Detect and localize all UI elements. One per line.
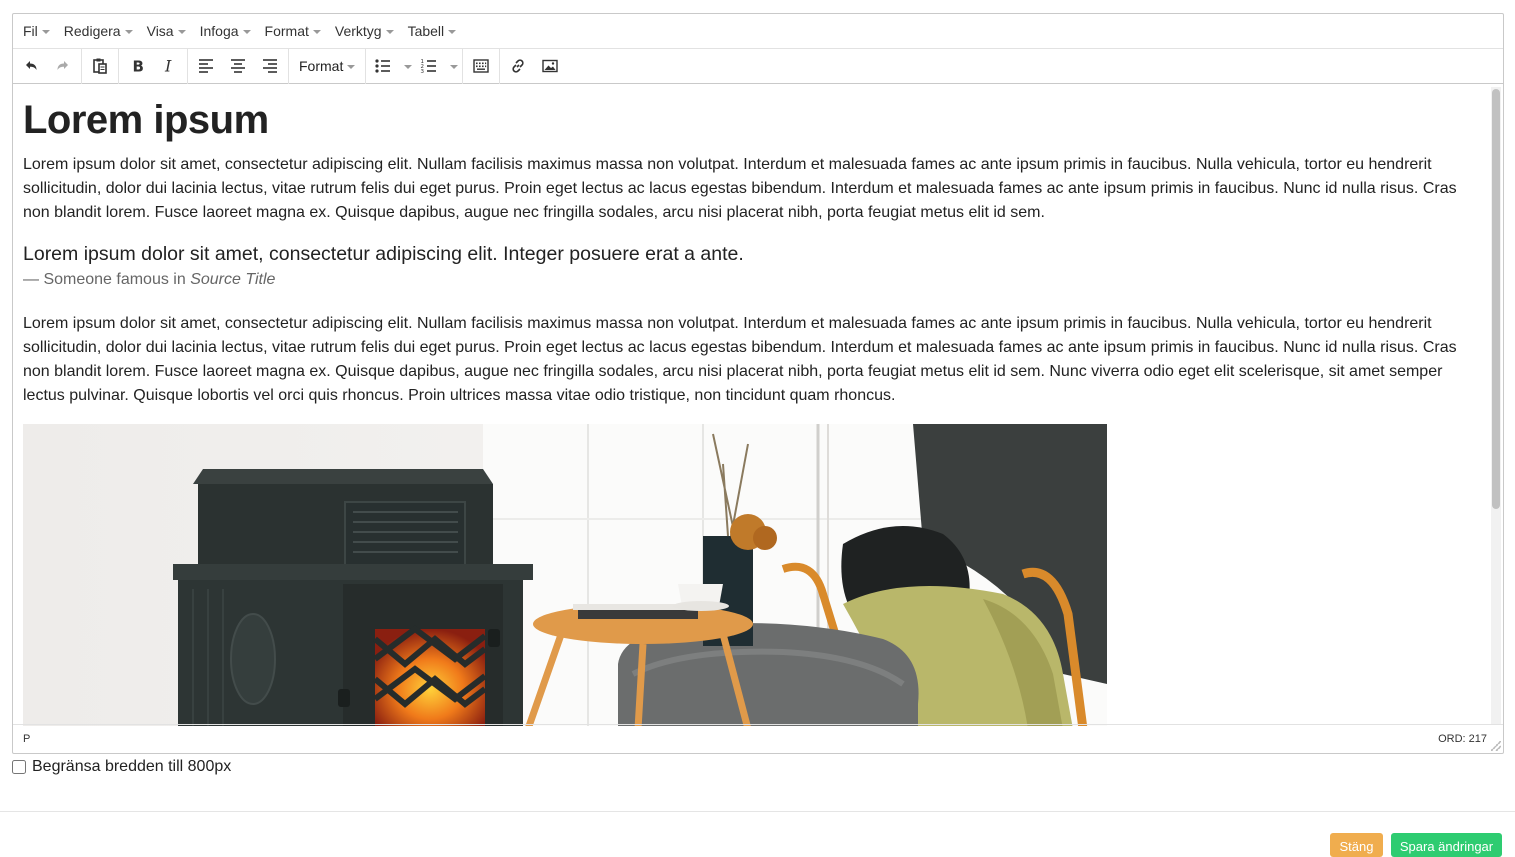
format-dropdown-label: Format [299, 58, 344, 74]
stove-living-room-photo [23, 424, 1107, 726]
menu-redigera[interactable]: Redigera [57, 17, 140, 45]
caret-down-icon [124, 29, 133, 34]
numbered-list-button[interactable]: 123 [414, 51, 444, 81]
bullet-list-icon [375, 59, 391, 73]
align-center-button[interactable] [222, 51, 254, 81]
caret-down-icon [347, 64, 356, 69]
caret-down-icon [41, 29, 50, 34]
content-paragraph: Lorem ipsum dolor sit amet, consectetur … [23, 156, 1457, 221]
align-group [188, 48, 289, 84]
clipboard-group [82, 48, 119, 84]
image-icon [542, 59, 559, 73]
caret-down-icon [385, 29, 394, 34]
numbered-list-options-button[interactable] [444, 51, 460, 81]
menu-label: Verktyg [334, 23, 382, 39]
close-button[interactable]: Stäng [1330, 833, 1383, 857]
rich-text-editor: Fil Redigera Visa Infoga Format Verktyg … [12, 13, 1504, 754]
italic-button[interactable]: I [153, 51, 185, 81]
insert-group [500, 48, 568, 84]
format-dropdown[interactable]: Format [291, 51, 363, 81]
menu-label: Format [264, 23, 309, 39]
svg-text:I: I [164, 57, 172, 75]
align-left-button[interactable] [190, 51, 222, 81]
bold-button[interactable]: B [121, 51, 153, 81]
keyboard-icon [473, 59, 490, 73]
menu-label: Redigera [63, 23, 121, 39]
redo-icon [57, 61, 68, 70]
numbered-list-icon: 123 [421, 59, 437, 75]
insert-link-button[interactable] [502, 51, 534, 81]
menu-verktyg[interactable]: Verktyg [328, 17, 401, 45]
undo-button[interactable] [15, 51, 47, 81]
menu-fil[interactable]: Fil [16, 17, 57, 45]
caret-down-icon [450, 64, 459, 69]
bullet-list-options-button[interactable] [398, 51, 414, 81]
resize-handle-icon[interactable] [1491, 741, 1501, 751]
format-group: Format [289, 48, 367, 84]
caret-down-icon [404, 64, 413, 69]
bullet-list-button[interactable] [368, 51, 398, 81]
insert-image-button[interactable] [534, 51, 566, 81]
menu-infoga[interactable]: Infoga [193, 17, 258, 45]
limit-width-option[interactable]: Begränsa bredden till 800px [12, 758, 231, 776]
align-right-icon [263, 59, 277, 73]
menu-visa[interactable]: Visa [140, 17, 193, 45]
limit-width-checkbox[interactable] [12, 760, 26, 774]
menu-label: Tabell [407, 23, 445, 39]
align-left-icon [199, 59, 213, 73]
undo-icon [26, 61, 37, 70]
menu-label: Fil [23, 23, 38, 39]
svg-text:3: 3 [421, 69, 425, 75]
quote-source-title: Source Title [190, 271, 276, 288]
caret-down-icon [177, 29, 186, 34]
editor-scrollbar[interactable] [1491, 87, 1501, 725]
statusbar: P ORD: 217 [13, 724, 1503, 753]
scrollbar-thumb[interactable] [1492, 89, 1500, 509]
history-group [13, 48, 82, 84]
numbered-list-split: 123 [414, 51, 460, 81]
caret-down-icon [312, 29, 321, 34]
limit-width-label: Begränsa bredden till 800px [32, 758, 232, 775]
align-right-button[interactable] [254, 51, 286, 81]
italic-icon: I [164, 57, 172, 75]
list-group: 123 [366, 48, 464, 84]
quote-text: Lorem ipsum dolor sit amet, consectetur … [23, 243, 744, 265]
content-image[interactable] [23, 424, 1107, 726]
special-group [463, 48, 501, 84]
link-icon [512, 59, 524, 73]
menu-format[interactable]: Format [258, 17, 328, 45]
bullet-list-split [368, 51, 414, 81]
svg-text:B: B [133, 58, 144, 76]
save-changes-button[interactable]: Spara ändringar [1391, 833, 1502, 857]
menubar: Fil Redigera Visa Infoga Format Verktyg … [13, 14, 1503, 48]
element-path[interactable]: P [23, 733, 30, 745]
editor-content[interactable]: Lorem ipsum Lorem ipsum dolor sit amet, … [13, 85, 1503, 726]
align-center-icon [231, 59, 245, 73]
paste-icon [93, 58, 107, 74]
quote-citation: — Someone famous in Source Title [23, 268, 1493, 292]
caret-down-icon [448, 29, 457, 34]
redo-button[interactable] [47, 51, 79, 81]
quote-citation-prefix: — Someone famous in [23, 271, 191, 288]
word-count: ORD: 217 [1438, 733, 1487, 745]
menu-label: Visa [146, 23, 174, 39]
content-heading: Lorem ipsum [23, 98, 269, 142]
menu-label: Infoga [199, 23, 239, 39]
style-group: B I [119, 48, 188, 84]
caret-down-icon [242, 29, 251, 34]
content-paragraph: Lorem ipsum dolor sit amet, consectetur … [23, 315, 1457, 404]
blockquote: Lorem ipsum dolor sit amet, consectetur … [23, 241, 1493, 292]
toolbar: B I Format 1 2 3 [13, 48, 1503, 84]
paste-button[interactable] [84, 51, 116, 81]
special-character-button[interactable] [465, 51, 497, 81]
footer-divider [0, 811, 1515, 812]
bold-icon: B [133, 58, 144, 76]
menu-tabell[interactable]: Tabell [401, 17, 464, 45]
